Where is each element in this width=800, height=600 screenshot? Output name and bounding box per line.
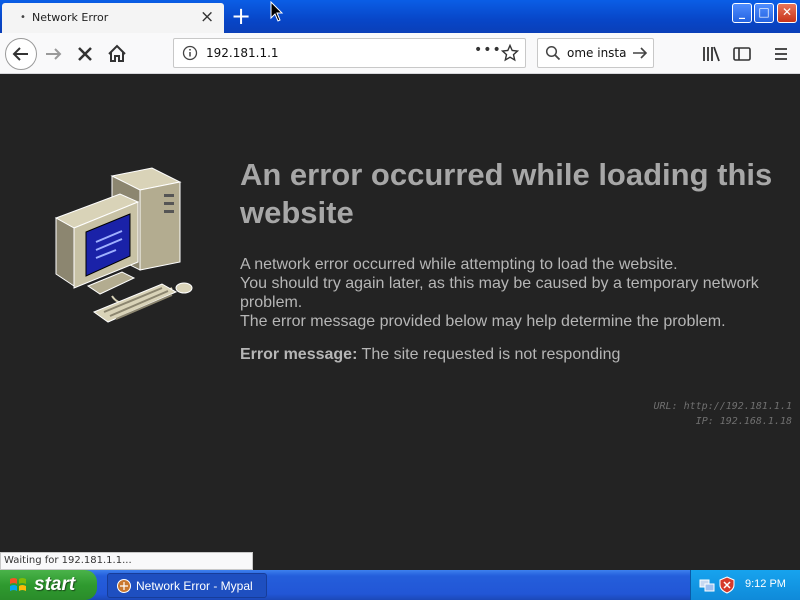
- title-bar: • Network Error × + _ □ ✕: [0, 0, 800, 33]
- home-icon[interactable]: [104, 41, 130, 67]
- status-bar: Waiting for 192.181.1.1...: [0, 552, 253, 570]
- url-detail: URL: http://192.181.1.1: [653, 401, 792, 412]
- taskbar: start Network Error - Mypal 9:12 PM: [0, 570, 800, 600]
- error-message: Error message: The site requested is not…: [240, 346, 620, 364]
- stop-icon[interactable]: [72, 41, 98, 67]
- security-shield-icon[interactable]: [719, 576, 735, 594]
- search-bar[interactable]: ome insta: [537, 38, 654, 68]
- sidebar-icon[interactable]: [729, 41, 755, 67]
- page-title: An error occurred while loading this web…: [240, 157, 773, 230]
- windows-logo-icon: [10, 578, 26, 591]
- forward-arrow-icon[interactable]: [41, 41, 67, 67]
- search-icon: [545, 45, 561, 61]
- ip-detail: IP: 192.168.1.18: [695, 416, 792, 427]
- error-message-text: The site requested is not responding: [361, 346, 621, 363]
- maximize-button[interactable]: □: [754, 3, 774, 23]
- error-description: A network error occurred while attemptin…: [240, 256, 678, 273]
- clock: 9:12 PM: [745, 578, 786, 590]
- navigation-toolbar: 192.181.1.1 ••• ome insta: [0, 33, 800, 74]
- back-button[interactable]: [5, 38, 37, 70]
- tab-loading-dot: •: [20, 12, 26, 23]
- new-tab-button[interactable]: +: [230, 3, 252, 29]
- url-text[interactable]: 192.181.1.1: [206, 46, 279, 60]
- mypal-icon: [117, 579, 131, 593]
- minimize-button[interactable]: _: [732, 3, 752, 23]
- mouse-cursor-icon: [270, 1, 284, 22]
- tab-network-error[interactable]: • Network Error ×: [2, 3, 224, 33]
- tab-title: Network Error: [32, 11, 109, 24]
- info-icon[interactable]: [182, 45, 198, 61]
- retry-advice: You should try again later, as this may …: [240, 275, 759, 311]
- back-arrow-icon: [12, 47, 28, 61]
- start-label: start: [34, 574, 76, 595]
- network-tray-icon[interactable]: [699, 577, 715, 593]
- go-arrow-icon[interactable]: [631, 45, 649, 61]
- system-tray: 9:12 PM: [690, 570, 800, 600]
- page-actions-icon[interactable]: •••: [474, 42, 502, 58]
- search-input[interactable]: ome insta: [567, 46, 626, 60]
- error-hint: The error message provided below may hel…: [240, 313, 726, 330]
- bookmark-star-icon[interactable]: [501, 44, 519, 62]
- menu-icon[interactable]: [768, 41, 794, 67]
- close-window-button[interactable]: ✕: [777, 3, 797, 23]
- error-page: An error occurred while loading this web…: [0, 74, 800, 570]
- error-message-label: Error message:: [240, 346, 358, 363]
- taskbar-item-mypal[interactable]: Network Error - Mypal: [107, 573, 267, 598]
- taskbar-item-label: Network Error - Mypal: [136, 579, 253, 593]
- computer-illustration: [54, 167, 193, 323]
- start-button[interactable]: start: [0, 570, 97, 600]
- tab-close-icon[interactable]: ×: [200, 7, 214, 27]
- library-icon[interactable]: [698, 41, 724, 67]
- url-bar[interactable]: 192.181.1.1 •••: [173, 38, 526, 68]
